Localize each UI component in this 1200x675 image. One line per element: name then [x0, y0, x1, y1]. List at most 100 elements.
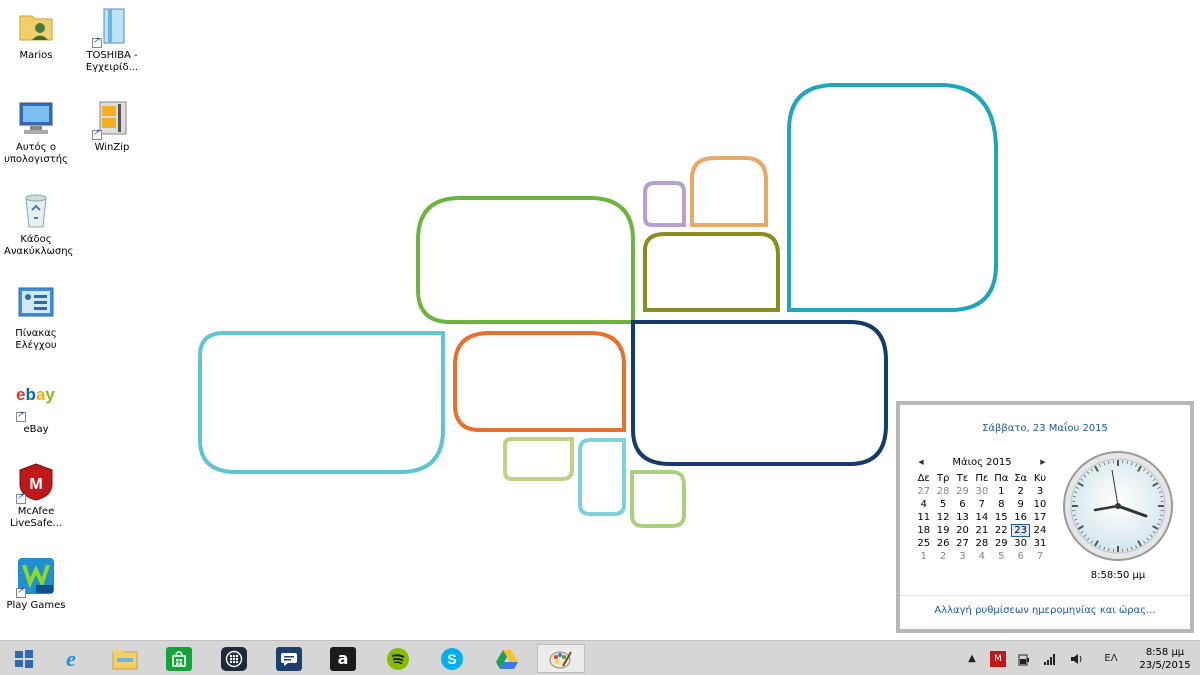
network-signal-icon[interactable] [1042, 651, 1058, 667]
file-explorer-icon [112, 647, 138, 671]
calendar-day[interactable]: 7 [1030, 550, 1049, 563]
taskbar-time: 8:58 μμ [1145, 646, 1185, 658]
desktop-icon-this-pc[interactable]: Αυτός ο υπολογιστής [4, 98, 68, 166]
calendar-day[interactable]: 10 [1030, 498, 1049, 511]
computer-icon [16, 98, 56, 138]
calendar-day[interactable]: 7 [972, 498, 991, 511]
calendar-day[interactable]: 18 [914, 524, 933, 537]
full-date-link[interactable]: Σάββατο, 23 Μαΐου 2015 [900, 423, 1190, 434]
calendar-day[interactable]: 8 [992, 498, 1011, 511]
google-drive-icon [494, 647, 520, 671]
calendar-day[interactable]: 26 [933, 537, 952, 550]
calendar-day[interactable]: 20 [953, 524, 972, 537]
internet-explorer-button[interactable]: e [47, 644, 95, 673]
weekday-header: Τρ [936, 473, 950, 484]
calendar-day[interactable]: 6 [953, 498, 972, 511]
svg-text:M: M [29, 476, 42, 493]
calendar-day[interactable]: 1 [914, 550, 933, 563]
desktop-icon-label: eBay [23, 424, 49, 435]
calendar-day[interactable]: 2 [933, 550, 952, 563]
mcafee-icon: M [16, 462, 56, 504]
calendar-day[interactable]: 30 [972, 485, 991, 498]
desktop-icon-mcafee[interactable]: M McAfee LiveSafe... [4, 462, 68, 530]
calendar-day[interactable]: 4 [972, 550, 991, 563]
desktop-icon-ebay[interactable]: ebay eBay [4, 380, 68, 436]
start-button[interactable] [0, 644, 48, 673]
calendar-day[interactable]: 16 [1011, 511, 1030, 524]
volume-icon[interactable] [1068, 651, 1084, 667]
taskbar-clock[interactable]: 8:58 μμ 23/5/2015 [1130, 646, 1200, 672]
desktop-icon-label: Πίνακας Ελέγχου [15, 328, 57, 351]
google-drive-button[interactable] [483, 644, 531, 673]
calendar-day[interactable]: 29 [992, 537, 1011, 550]
calendar-day[interactable]: 17 [1030, 511, 1049, 524]
amazon-button[interactable]: a [319, 644, 367, 673]
calendar-day[interactable]: 31 [1030, 537, 1049, 550]
weekday-header: Πε [975, 473, 989, 484]
desktop-icon-recycle-bin[interactable]: Κάδος Ανακύκλωσης [4, 190, 73, 258]
calendar-day[interactable]: 13 [953, 511, 972, 524]
calendar-day[interactable]: 29 [953, 485, 972, 498]
blackberry-icon [221, 646, 247, 671]
calendar-day[interactable]: 1 [992, 485, 1011, 498]
desktop-icon-marios[interactable]: Marios [4, 6, 68, 62]
language-indicator[interactable]: ΕΛ [1097, 651, 1125, 667]
desktop-icon-play-games[interactable]: Play Games [4, 556, 68, 612]
taskbar: e a S ▲ M ΕΛ 8:58 μμ 23/5/2015 [0, 640, 1200, 675]
user-folder-icon [16, 6, 56, 46]
calendar-day[interactable]: 2 [1011, 485, 1030, 498]
weekday-header: Πα [994, 473, 1009, 484]
control-panel-icon [16, 284, 56, 324]
change-date-time-settings-link[interactable]: Αλλαγή ρυθμίσεων ημερομηνίας και ώρας... [900, 605, 1190, 616]
paint-button[interactable] [537, 644, 585, 673]
calendar-day[interactable]: 5 [992, 550, 1011, 563]
weekday-header: Κυ [1033, 473, 1047, 484]
month-label[interactable]: Μάιος 2015 [952, 457, 1011, 468]
calendar-day[interactable]: 22 [992, 524, 1011, 537]
svg-text:ebay: ebay [16, 385, 55, 404]
calendar-day[interactable]: 30 [1011, 537, 1030, 550]
calendar-day[interactable]: 14 [972, 511, 991, 524]
digital-time: 8:58:50 μμ [1090, 570, 1146, 581]
calendar-day[interactable]: 11 [914, 511, 933, 524]
desktop-icon-toshiba-manual[interactable]: TOSHIBA - Εγχειρίδ... [80, 6, 144, 74]
calendar-day[interactable]: 25 [914, 537, 933, 550]
internet-explorer-icon: e [66, 645, 76, 671]
weekday-header: Τε [956, 473, 969, 484]
calendar-day[interactable]: 19 [933, 524, 952, 537]
previous-month-button[interactable]: ◀ [914, 458, 928, 466]
calendar-day[interactable]: 28 [972, 537, 991, 550]
spotify-button[interactable] [374, 644, 422, 673]
show-hidden-icons-button[interactable]: ▲ [964, 651, 980, 667]
desktop-icon-control-panel[interactable]: Πίνακας Ελέγχου [4, 284, 68, 352]
calendar-day[interactable]: 12 [933, 511, 952, 524]
calendar-day[interactable]: 21 [972, 524, 991, 537]
desktop-icon-winzip[interactable]: WinZip [80, 98, 144, 154]
calendar-day[interactable]: 28 [933, 485, 952, 498]
file-explorer-button[interactable] [101, 644, 149, 673]
analog-clock [1063, 451, 1173, 561]
calendar-day[interactable]: 27 [953, 537, 972, 550]
flyout-divider [900, 595, 1190, 596]
next-month-button[interactable]: ▶ [1036, 458, 1050, 466]
desktop-icon-label: TOSHIBA - Εγχειρίδ... [85, 50, 139, 73]
chat-button[interactable] [265, 644, 313, 673]
store-button[interactable] [155, 644, 203, 673]
calendar-day[interactable]: 23 [1010, 524, 1031, 537]
calendar-day[interactable]: 3 [953, 550, 972, 563]
mcafee-tray-icon[interactable]: M [990, 650, 1006, 667]
calendar-day[interactable]: 27 [914, 485, 933, 498]
blackberry-button[interactable] [210, 644, 258, 673]
power-icon[interactable] [1016, 651, 1032, 667]
calendar-day[interactable]: 3 [1030, 485, 1049, 498]
calendar-day[interactable]: 5 [933, 498, 952, 511]
calendar-day[interactable]: 4 [914, 498, 933, 511]
skype-button[interactable]: S [428, 644, 476, 673]
desktop-icon-label: Αυτός ο υπολογιστής [4, 142, 68, 165]
calendar-day[interactable]: 24 [1030, 524, 1049, 537]
calendar-day[interactable]: 9 [1011, 498, 1030, 511]
weekday-header: Δε [917, 473, 930, 484]
desktop-icon-label: Marios [19, 50, 53, 61]
calendar-day[interactable]: 15 [992, 511, 1011, 524]
calendar-day[interactable]: 6 [1011, 550, 1030, 563]
